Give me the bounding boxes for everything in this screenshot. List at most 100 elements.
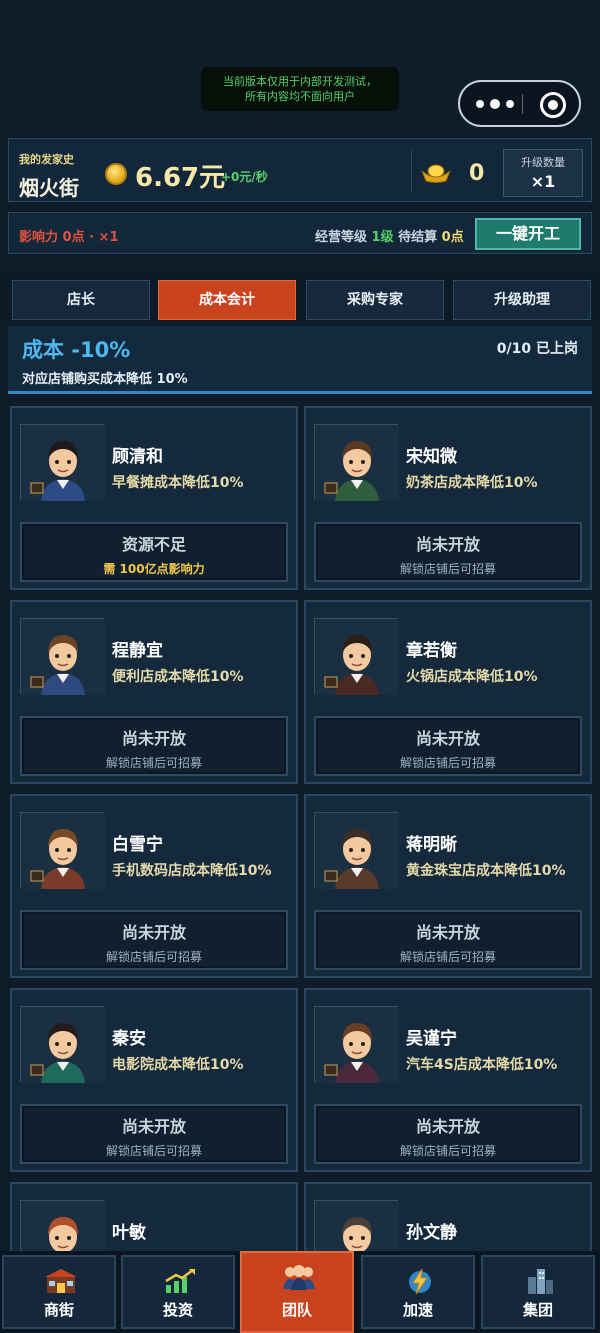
recruit-requirement: 解锁店铺后可招募 xyxy=(105,756,202,770)
recruit-requirement: 解锁店铺后可招募 xyxy=(399,950,496,964)
tab-cost-accountant[interactable]: 成本会计 xyxy=(158,280,296,320)
staff-name: 顾清和 xyxy=(112,447,163,467)
recruit-status: 资源不足 xyxy=(121,535,186,554)
staff-avatar xyxy=(20,618,105,695)
tab-manager[interactable]: 店长 xyxy=(12,280,150,320)
capsule-divider xyxy=(522,94,523,114)
recruit-button[interactable]: 尚未开放解锁店铺后可招募 xyxy=(20,1104,288,1164)
staff-effect: 手机数码店成本降低10% xyxy=(112,863,272,879)
street-name: 烟火街 xyxy=(19,176,79,200)
staff-card: 白雪宁手机数码店成本降低10% 尚未开放解锁店铺后可招募 xyxy=(10,794,298,978)
business-bar: 影响力 0点 · ×1 经营等级 1级 待结算 0点 一键开工 xyxy=(8,212,592,254)
recruit-requirement: 需 100亿点影响力 xyxy=(103,562,205,576)
recruit-status: 尚未开放 xyxy=(121,923,186,942)
staff-avatar xyxy=(314,1200,399,1251)
section-header: 成本 -10% 0/10 已上岗 对应店铺购买成本降低 10% xyxy=(8,326,592,394)
one-key-start-button[interactable]: 一键开工 xyxy=(475,218,581,250)
tab-purchasing[interactable]: 采购专家 xyxy=(306,280,444,320)
nav-item-storefront[interactable]: 商街 xyxy=(2,1255,116,1329)
staff-card: 宋知微 奶茶店成本降低10% 尚未开放 解锁店铺后可招募 xyxy=(304,406,592,590)
recruit-requirement: 解锁店铺后可招募 xyxy=(105,950,202,964)
gold-ingot-icon xyxy=(421,164,451,183)
staff-avatar xyxy=(314,424,399,501)
recruit-button[interactable]: 尚未开放解锁店铺后可招募 xyxy=(314,910,582,970)
staff-name: 宋知微 xyxy=(406,447,457,467)
tab-upgrade-assistant[interactable]: 升级助理 xyxy=(453,280,591,320)
nav-label: 加速 xyxy=(402,1301,433,1319)
nav-item-speed-lightning[interactable]: 加速 xyxy=(361,1255,475,1329)
section-description: 对应店铺购买成本降低 10% xyxy=(22,372,188,387)
staff-card: 吴谨宁 汽车4S店成本降低10% 尚未开放 解锁店铺后可招募 xyxy=(304,988,592,1172)
notice-line-2: 所有内容均不面向用户 xyxy=(245,90,355,103)
staff-effect: 黄金珠宝店成本降低10% xyxy=(406,863,566,879)
staff-name: 秦安 xyxy=(112,1029,146,1049)
level-row: 经营等级 1级 待结算 0点 xyxy=(315,226,464,245)
recruit-button[interactable]: 尚未开放 解锁店铺后可招募 xyxy=(20,716,288,776)
staff-name: 章若衡 xyxy=(406,641,457,661)
staff-card: 孙文静 xyxy=(304,1182,592,1251)
staff-name: 叶敏 xyxy=(112,1223,146,1243)
nav-label: 商街 xyxy=(43,1301,74,1319)
staff-name: 程静宜 xyxy=(112,641,163,661)
staff-avatar xyxy=(314,618,399,695)
buildings-icon xyxy=(522,1267,558,1295)
nav-item-buildings[interactable]: 集团 xyxy=(481,1255,595,1329)
upgrade-quantity-button[interactable]: 升级数量 ×1 xyxy=(503,149,583,197)
storefront-icon xyxy=(43,1267,79,1295)
pending-label: 待结算 xyxy=(398,230,438,245)
status-panel: 我的发家史 烟火街 6.67元 +0元/秒 0 升级数量 ×1 xyxy=(8,138,592,202)
staff-effect: 汽车4S店成本降低10% xyxy=(406,1057,558,1073)
posted-count: 0/10 已上岗 xyxy=(496,341,578,357)
staff-effect: 火锅店成本降低10% xyxy=(406,669,538,685)
recruit-status: 尚未开放 xyxy=(415,535,480,554)
staff-avatar xyxy=(314,1006,399,1083)
recruit-button[interactable]: 资源不足需 100亿点影响力 xyxy=(20,522,288,582)
money-value: 6.67元 xyxy=(135,163,226,193)
staff-effect: 便利店成本降低10% xyxy=(112,669,244,685)
section-title: 成本 -10% xyxy=(22,338,131,362)
speed-lightning-icon xyxy=(402,1267,438,1295)
recruit-status: 尚未开放 xyxy=(121,1117,186,1136)
recruit-status: 尚未开放 xyxy=(415,729,480,748)
staff-grid: 顾清和 早餐摊成本降低10% 资源不足需 100亿点影响力 宋知微 奶茶店成本降低10… xyxy=(0,398,600,1251)
staff-name: 蒋明晰 xyxy=(406,835,457,855)
recruit-button[interactable]: 尚未开放解锁店铺后可招募 xyxy=(20,910,288,970)
recruit-status: 尚未开放 xyxy=(415,923,480,942)
mini-program-capsule xyxy=(458,80,581,127)
test-notice: 当前版本仅用于内部开发测试， 所有内容均不面向用户 xyxy=(201,67,399,111)
role-tabs: 店长 成本会计 采购专家 升级助理 xyxy=(0,268,600,324)
upgrade-qty-value: ×1 xyxy=(530,172,556,191)
staff-avatar xyxy=(314,812,399,889)
bottom-nav: 商街 投资 团队 加速 集团 xyxy=(0,1251,600,1333)
recruit-requirement: 解锁店铺后可招募 xyxy=(399,562,496,576)
staff-avatar xyxy=(20,1200,105,1251)
nav-label: 集团 xyxy=(522,1301,553,1319)
staff-card: 蒋明晰黄金珠宝店成本降低10% 尚未开放解锁店铺后可招募 xyxy=(304,794,592,978)
nav-item-team[interactable]: 团队 xyxy=(240,1251,354,1333)
notice-line-1: 当前版本仅用于内部开发测试， xyxy=(223,75,377,88)
close-target-icon[interactable] xyxy=(540,92,566,118)
income-rate: +0元/秒 xyxy=(221,170,268,184)
staff-avatar xyxy=(20,424,105,501)
staff-card: 叶敏 xyxy=(10,1182,298,1251)
staff-avatar xyxy=(20,1006,105,1083)
chart-up-icon xyxy=(162,1267,198,1295)
nav-item-chart-up[interactable]: 投资 xyxy=(121,1255,235,1329)
recruit-button[interactable]: 尚未开放解锁店铺后可招募 xyxy=(314,522,582,582)
nav-label: 投资 xyxy=(162,1301,193,1319)
staff-name: 孙文静 xyxy=(406,1223,457,1243)
more-dots-icon[interactable] xyxy=(476,96,516,112)
influence-text: 影响力 0点 · ×1 xyxy=(19,230,119,245)
staff-card: 顾清和 早餐摊成本降低10% 资源不足需 100亿点影响力 xyxy=(10,406,298,590)
divider xyxy=(411,149,412,191)
recruit-status: 尚未开放 xyxy=(415,1117,480,1136)
history-label: 我的发家史 xyxy=(19,153,74,166)
recruit-button[interactable]: 尚未开放 解锁店铺后可招募 xyxy=(314,1104,582,1164)
staff-name: 白雪宁 xyxy=(112,835,163,855)
team-icon xyxy=(281,1263,317,1291)
recruit-button[interactable]: 尚未开放解锁店铺后可招募 xyxy=(314,716,582,776)
level-value: 1级 xyxy=(371,230,394,245)
staff-effect: 电影院成本降低10% xyxy=(112,1057,244,1073)
recruit-requirement: 解锁店铺后可招募 xyxy=(105,1144,202,1158)
recruit-requirement: 解锁店铺后可招募 xyxy=(399,756,496,770)
